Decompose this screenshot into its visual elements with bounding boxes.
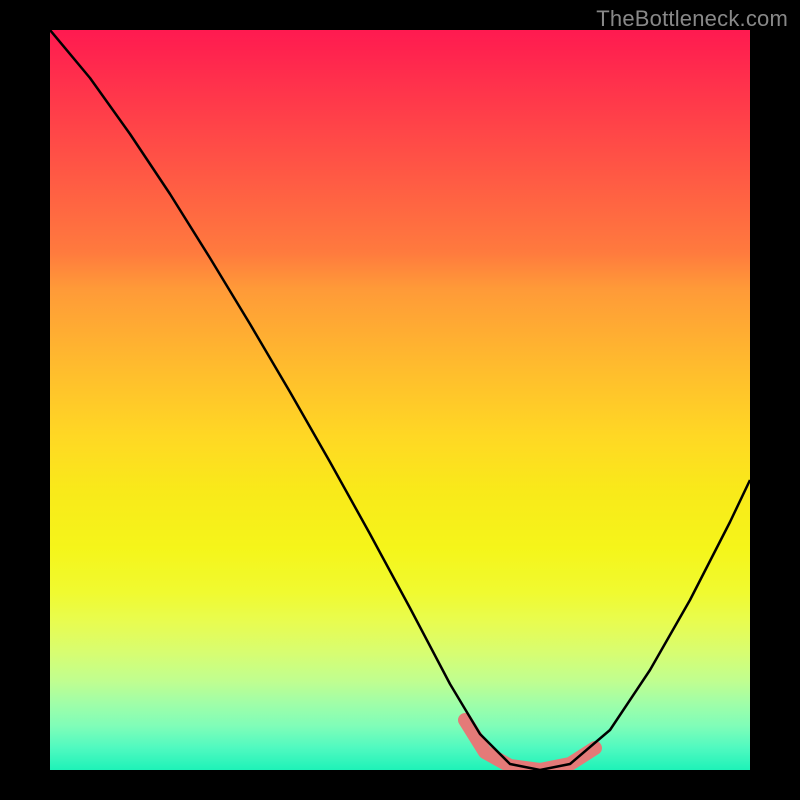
highlight-segment — [465, 720, 595, 770]
chart-container: TheBottleneck.com — [0, 0, 800, 800]
watermark-text: TheBottleneck.com — [596, 6, 788, 32]
curve-svg — [50, 30, 750, 770]
plot-area — [50, 30, 750, 770]
bottleneck-curve — [50, 30, 750, 770]
